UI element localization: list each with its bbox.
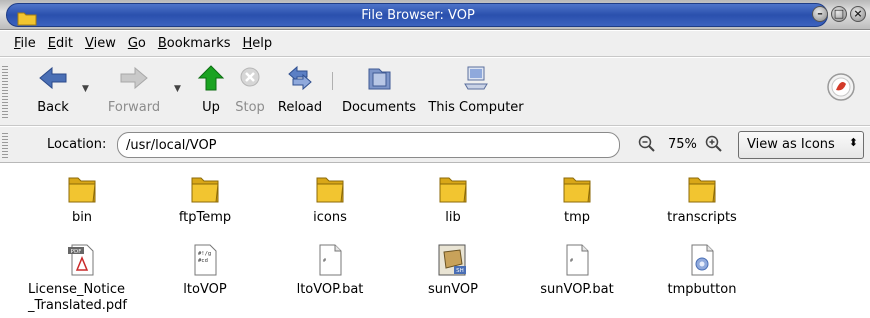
file-item[interactable]: lib	[393, 170, 513, 226]
pdf-file-icon: PDF	[68, 244, 94, 276]
window-title: File Browser: VOP	[361, 8, 475, 23]
select-arrows-icon: ⬍	[848, 136, 858, 149]
file-item[interactable]: ftpTemp	[145, 170, 265, 226]
documents-folder-icon	[368, 68, 391, 90]
toolbar-grip[interactable]	[2, 64, 8, 120]
minimize-icon[interactable]: –	[812, 6, 828, 22]
file-item[interactable]: # ltoVOP.bat	[270, 242, 390, 298]
throbber-logo-icon	[827, 73, 855, 101]
forward-history-chevron-down-icon[interactable]: ▼	[174, 84, 181, 94]
menu-file[interactable]: File	[8, 36, 42, 51]
up-button[interactable]: Up	[196, 62, 226, 122]
reload-button[interactable]: Reload	[272, 62, 328, 122]
svg-text:PDF: PDF	[71, 249, 82, 255]
folder-icon	[191, 177, 219, 203]
back-arrow-icon	[39, 66, 67, 90]
script-file-icon: #!/g #cd	[194, 244, 217, 276]
documents-button[interactable]: Documents	[338, 62, 420, 122]
folder-icon	[68, 177, 96, 203]
zoom-in-icon[interactable]	[705, 135, 723, 153]
file-item[interactable]: bin	[22, 170, 142, 226]
location-bar-grip[interactable]	[2, 131, 8, 159]
up-arrow-icon	[197, 65, 225, 91]
this-computer-button[interactable]: This Computer	[426, 62, 526, 122]
file-item[interactable]: tmpbutton	[642, 242, 762, 298]
stop-button[interactable]: Stop	[232, 62, 268, 122]
shell-script-icon: SH	[438, 244, 466, 276]
text-file-icon: #	[566, 244, 589, 276]
icon-view[interactable]: bin ftpTemp icons lib tmp transcripts PD…	[0, 164, 870, 318]
svg-text:#: #	[323, 258, 326, 264]
file-item[interactable]: PDF License_Notice _Translated.pdf	[20, 242, 144, 314]
folder-icon	[688, 177, 716, 203]
back-history-chevron-down-icon[interactable]: ▼	[82, 84, 89, 94]
file-item[interactable]: # sunVOP.bat	[517, 242, 637, 298]
title-pill: File Browser: VOP	[6, 3, 828, 27]
folder-icon	[316, 177, 344, 203]
menu-edit[interactable]: Edit	[42, 36, 79, 51]
folder-icon	[563, 177, 591, 203]
folder-icon	[439, 177, 467, 203]
toolbar-separator	[332, 72, 333, 90]
zoom-level[interactable]: 75%	[668, 137, 697, 152]
svg-text:#cd: #cd	[198, 258, 208, 264]
forward-arrow-icon	[120, 66, 148, 90]
svg-text:SH: SH	[456, 268, 464, 274]
file-item[interactable]: SH sunVOP	[393, 242, 513, 298]
toolbar: Back ▼ Forward ▼ Up Stop Reload Document…	[0, 58, 870, 126]
svg-text:#: #	[570, 258, 573, 264]
back-button[interactable]: Back	[30, 62, 76, 122]
reload-icon	[288, 65, 312, 91]
menu-bookmarks[interactable]: Bookmarks	[152, 36, 237, 51]
computer-icon	[464, 66, 488, 90]
location-bar: Location: 75% View as Icons ⬍	[0, 127, 870, 163]
file-item[interactable]: icons	[270, 170, 390, 226]
svg-text:#!/g: #!/g	[198, 251, 211, 257]
location-input[interactable]	[117, 132, 620, 158]
window-controls: – □ ×	[812, 6, 866, 22]
file-item[interactable]: tmp	[517, 170, 637, 226]
location-label: Location:	[47, 137, 107, 152]
stop-icon	[240, 67, 260, 87]
menu-bar: File Edit View Go Bookmarks Help	[0, 31, 870, 57]
menu-view[interactable]: View	[79, 36, 122, 51]
title-bar[interactable]: File Browser: VOP – □ ×	[0, 0, 870, 30]
file-item[interactable]: transcripts	[642, 170, 762, 226]
forward-button[interactable]: Forward	[104, 62, 164, 122]
view-mode-value: View as Icons	[747, 137, 835, 152]
file-item[interactable]: #!/g #cd ltoVOP	[145, 242, 265, 298]
menu-help[interactable]: Help	[237, 36, 279, 51]
image-file-icon	[691, 244, 714, 276]
view-mode-select[interactable]: View as Icons ⬍	[738, 131, 864, 159]
close-icon[interactable]: ×	[850, 6, 866, 22]
zoom-out-icon[interactable]	[638, 135, 656, 153]
text-file-icon: #	[319, 244, 342, 276]
maximize-icon[interactable]: □	[831, 6, 847, 22]
menu-go[interactable]: Go	[122, 36, 152, 51]
